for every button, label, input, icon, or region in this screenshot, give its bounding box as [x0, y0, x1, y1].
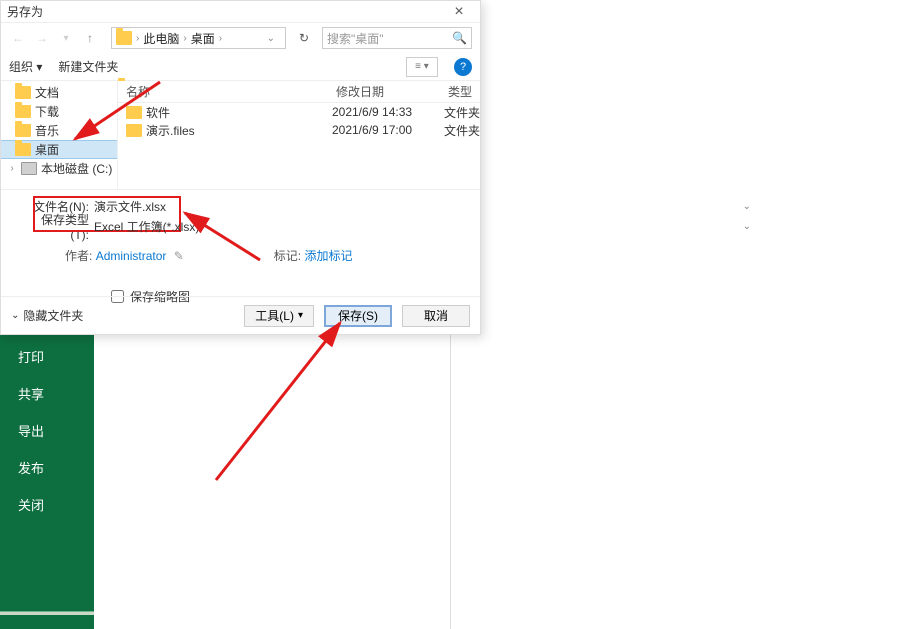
search-placeholder: 搜索"桌面": [327, 30, 384, 47]
folder-tree: 文档 下载 音乐 桌面 › 本地磁盘 (C:): [1, 81, 118, 189]
file-date: 2021/6/9 17:00: [332, 123, 444, 137]
dialog-title: 另存为: [7, 3, 43, 20]
sidebar-item-close[interactable]: 关闭: [0, 486, 94, 523]
sidebar-item-share[interactable]: 共享: [0, 375, 94, 412]
savetype-value: Excel 工作簿(*.xlsx): [94, 218, 199, 235]
folder-icon: [15, 124, 31, 137]
folder-icon: [15, 143, 31, 156]
file-type: 文件夹: [444, 104, 480, 121]
tree-item-downloads[interactable]: 下载: [1, 102, 117, 121]
edit-icon[interactable]: ✎: [174, 249, 184, 263]
folder-icon: [126, 124, 142, 137]
nav-back-button[interactable]: ←: [9, 27, 27, 49]
list-item[interactable]: 演示.files 2021/6/9 17:00 文件夹: [118, 121, 480, 139]
chevron-down-icon: ▾: [298, 310, 303, 321]
tree-label: 下载: [35, 103, 59, 120]
dialog-titlebar: 另存为 ×: [1, 1, 480, 23]
savetype-select[interactable]: Excel 工作簿(*.xlsx) ⌄: [93, 218, 468, 235]
dialog-nav-row: ← → ▾ ↑ › 此电脑 › 桌面 › ⌄ ↻ 搜索"桌面" 🔍: [1, 23, 480, 53]
breadcrumb-dropdown[interactable]: ⌄: [261, 33, 281, 44]
content-divider: [450, 335, 451, 629]
expand-icon[interactable]: ›: [7, 163, 17, 174]
close-button[interactable]: ×: [444, 3, 474, 21]
filename-value: 演示文件.xlsx: [94, 198, 166, 215]
breadcrumb-root[interactable]: 此电脑: [143, 30, 179, 47]
disk-icon: [21, 162, 37, 175]
nav-up-button[interactable]: ↑: [81, 27, 99, 49]
savetype-label: 保存类型(T):: [33, 211, 89, 242]
file-list: 名称 修改日期 类型 软件 2021/6/9 14:33 文件夹 演示.file…: [118, 81, 480, 189]
sidebar-item-print[interactable]: 打印: [0, 338, 94, 375]
chevron-down-icon[interactable]: ⌄: [743, 221, 751, 232]
file-type: 文件夹: [444, 122, 480, 139]
chevron-right-icon: ›: [136, 33, 139, 44]
tree-label: 本地磁盘 (C:): [41, 160, 112, 177]
save-as-dialog: 另存为 × ← → ▾ ↑ › 此电脑 › 桌面 › ⌄ ↻ 搜索"桌面" 🔍 …: [0, 0, 481, 335]
tags-label: 标记:: [274, 249, 301, 263]
column-type[interactable]: 类型: [440, 83, 480, 100]
sidebar-divider: [0, 611, 94, 615]
tree-label: 音乐: [35, 122, 59, 139]
column-name[interactable]: 名称: [118, 83, 328, 100]
filename-area: 文件名(N): 演示文件.xlsx ⌄ 保存类型(T): Excel 工作簿(*…: [1, 189, 480, 313]
dialog-toolbar: 组织 ▾ 新建文件夹 ≡ ▾ ?: [1, 53, 480, 81]
folder-icon: [15, 86, 31, 99]
search-icon: 🔍: [452, 31, 467, 45]
tree-item-desktop[interactable]: 桌面: [1, 140, 117, 159]
help-button[interactable]: ?: [454, 58, 472, 76]
search-input[interactable]: 搜索"桌面" 🔍: [322, 27, 472, 49]
folder-icon: [126, 106, 142, 119]
file-date: 2021/6/9 14:33: [332, 105, 444, 119]
tree-item-disk-c[interactable]: › 本地磁盘 (C:): [1, 159, 117, 178]
tree-label: 文档: [35, 84, 59, 101]
breadcrumb-folder[interactable]: 桌面: [191, 30, 215, 47]
tree-label: 桌面: [35, 141, 59, 158]
dialog-footer: ⌄ 隐藏文件夹 工具(L) ▾ 保存(S) 取消: [1, 296, 480, 334]
tree-item-documents[interactable]: 文档: [1, 83, 117, 102]
tree-item-music[interactable]: 音乐: [1, 121, 117, 140]
sidebar-item-export[interactable]: 导出: [0, 412, 94, 449]
author-label: 作者:: [65, 249, 92, 263]
sidebar-item-publish[interactable]: 发布: [0, 449, 94, 486]
breadcrumb[interactable]: › 此电脑 › 桌面 › ⌄: [111, 27, 286, 49]
view-options-button[interactable]: ≡ ▾: [406, 57, 438, 77]
tools-button[interactable]: 工具(L) ▾: [244, 305, 314, 327]
list-item[interactable]: 软件 2021/6/9 14:33 文件夹: [118, 103, 480, 121]
file-name: 软件: [146, 104, 332, 121]
nav-fwd-button[interactable]: →: [33, 27, 51, 49]
file-name: 演示.files: [146, 122, 332, 139]
refresh-button[interactable]: ↻: [292, 31, 316, 45]
filename-input[interactable]: 演示文件.xlsx ⌄: [93, 198, 468, 215]
tags-value[interactable]: 添加标记: [304, 249, 352, 263]
chevron-right-icon: ›: [183, 33, 186, 44]
author-value[interactable]: Administrator: [96, 249, 167, 263]
nav-recent-button[interactable]: ▾: [57, 27, 75, 49]
column-date[interactable]: 修改日期: [328, 83, 440, 100]
chevron-down-icon: ⌄: [11, 310, 19, 321]
cancel-button[interactable]: 取消: [402, 305, 470, 327]
save-button[interactable]: 保存(S): [324, 305, 392, 327]
organize-button[interactable]: 组织 ▾: [9, 58, 42, 75]
file-list-header: 名称 修改日期 类型: [118, 81, 480, 103]
hide-folders-button[interactable]: ⌄ 隐藏文件夹: [11, 307, 83, 324]
chevron-right-icon: ›: [219, 33, 222, 44]
folder-icon: [15, 105, 31, 118]
folder-icon: [116, 31, 132, 45]
dialog-body: 文档 下载 音乐 桌面 › 本地磁盘 (C:) 名称 修: [1, 81, 480, 189]
chevron-down-icon[interactable]: ⌄: [743, 201, 751, 212]
new-folder-button[interactable]: 新建文件夹: [58, 58, 118, 75]
